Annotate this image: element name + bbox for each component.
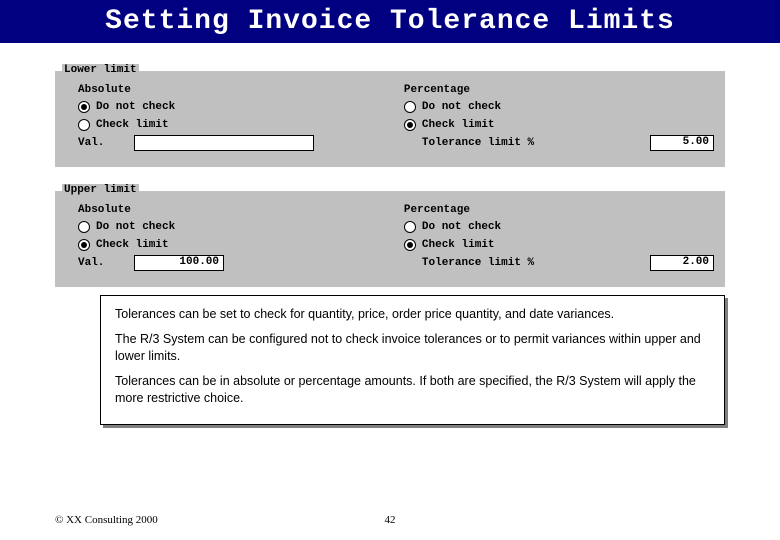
lower-absolute-dnc-label: Do not check [96, 101, 175, 113]
upper-percentage-tol-row: Tolerance limit % 2.00 [404, 254, 714, 272]
radio-icon [404, 221, 416, 233]
note-paragraph: Tolerances can be set to check for quant… [115, 306, 710, 323]
radio-icon [78, 101, 90, 113]
upper-percentage-tol-label: Tolerance limit % [404, 257, 650, 269]
form-area: Lower limit Absolute Do not check Check … [55, 71, 725, 287]
lower-absolute-chk-row[interactable]: Check limit [68, 116, 404, 134]
lower-absolute-val-input[interactable] [134, 135, 314, 151]
upper-percentage-dnc-row[interactable]: Do not check [404, 218, 714, 236]
lower-percentage-chk-row[interactable]: Check limit [404, 116, 714, 134]
upper-percentage-dnc-label: Do not check [422, 221, 501, 233]
lower-percentage-dnc-label: Do not check [422, 101, 501, 113]
upper-absolute-val-label: Val. [78, 257, 134, 269]
radio-icon [78, 239, 90, 251]
upper-absolute-chk-label: Check limit [96, 239, 169, 251]
radio-icon [78, 221, 90, 233]
lower-absolute-heading: Absolute [68, 84, 404, 96]
upper-absolute-dnc-row[interactable]: Do not check [68, 218, 404, 236]
notes-box: Tolerances can be set to check for quant… [100, 295, 725, 425]
lower-absolute-chk-label: Check limit [96, 119, 169, 131]
upper-absolute-heading: Absolute [68, 204, 404, 216]
upper-limit-legend: Upper limit [62, 184, 139, 196]
lower-percentage-chk-label: Check limit [422, 119, 495, 131]
lower-absolute-val-row: Val. [68, 134, 404, 152]
upper-absolute-chk-row[interactable]: Check limit [68, 236, 404, 254]
upper-absolute-dnc-label: Do not check [96, 221, 175, 233]
upper-absolute-val-row: Val. 100.00 [68, 254, 404, 272]
lower-percentage-tol-row: Tolerance limit % 5.00 [404, 134, 714, 152]
upper-limit-panel: Upper limit Absolute Do not check Check … [55, 191, 725, 287]
upper-absolute-val-input[interactable]: 100.00 [134, 255, 224, 271]
note-paragraph: Tolerances can be in absolute or percent… [115, 373, 710, 407]
lower-percentage-dnc-row[interactable]: Do not check [404, 98, 714, 116]
page-number: 42 [385, 514, 396, 526]
page-title: Setting Invoice Tolerance Limits [0, 0, 780, 43]
lower-absolute-dnc-row[interactable]: Do not check [68, 98, 404, 116]
lower-percentage-group: Percentage Do not check Check limit Tole… [404, 84, 714, 152]
radio-icon [404, 101, 416, 113]
lower-percentage-heading: Percentage [404, 84, 714, 96]
copyright-text: © XX Consulting 2000 [55, 514, 158, 526]
upper-percentage-chk-row[interactable]: Check limit [404, 236, 714, 254]
upper-percentage-group: Percentage Do not check Check limit Tole… [404, 204, 714, 272]
lower-percentage-tol-input[interactable]: 5.00 [650, 135, 714, 151]
lower-limit-legend: Lower limit [62, 64, 139, 76]
lower-absolute-val-label: Val. [78, 137, 134, 149]
upper-percentage-heading: Percentage [404, 204, 714, 216]
lower-absolute-group: Absolute Do not check Check limit Val. [68, 84, 404, 152]
radio-icon [78, 119, 90, 131]
radio-icon [404, 239, 416, 251]
lower-limit-panel: Lower limit Absolute Do not check Check … [55, 71, 725, 167]
lower-percentage-tol-label: Tolerance limit % [404, 137, 650, 149]
upper-percentage-chk-label: Check limit [422, 239, 495, 251]
footer: © XX Consulting 2000 42 [55, 514, 725, 526]
upper-absolute-group: Absolute Do not check Check limit Val. 1… [68, 204, 404, 272]
radio-icon [404, 119, 416, 131]
upper-percentage-tol-input[interactable]: 2.00 [650, 255, 714, 271]
note-paragraph: The R/3 System can be configured not to … [115, 331, 710, 365]
